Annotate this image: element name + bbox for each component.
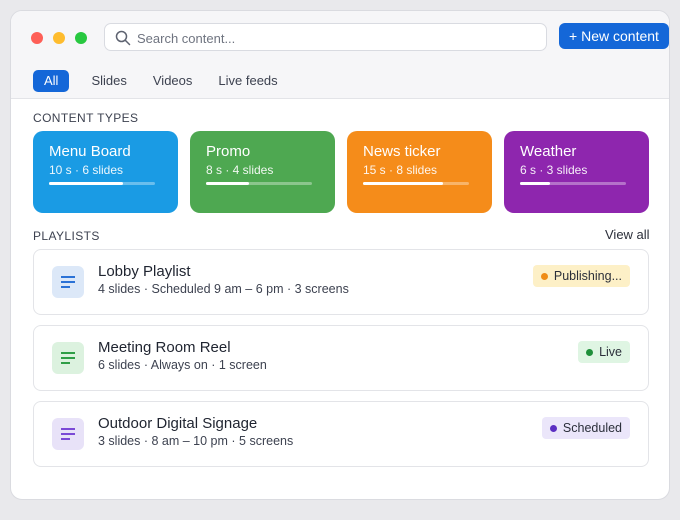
playlist-row-lobby[interactable]: Lobby Playlist 4 slides · Scheduled 9 am… — [33, 249, 649, 315]
search-box[interactable] — [104, 23, 547, 51]
status-badge: Scheduled — [541, 417, 630, 439]
playlist-title: Meeting Room Reel — [98, 339, 231, 356]
playlist-title: Outdoor Digital Signage — [98, 415, 258, 432]
playlist-meta: 4 slides · Scheduled 9 am – 6 pm · 3 scr… — [98, 282, 349, 296]
content-type-progress — [49, 182, 155, 185]
zoom-window-button[interactable] — [75, 32, 87, 44]
content-type-card-menu-board[interactable]: Menu Board 10 s · 6 slides — [33, 131, 178, 213]
playlist-row-outdoor-signage[interactable]: Outdoor Digital Signage 3 slides · 8 am … — [33, 401, 649, 467]
playlists-heading: PLAYLISTS — [33, 229, 100, 243]
new-content-button[interactable]: + New content — [559, 23, 669, 49]
progress-fill — [520, 182, 550, 185]
content-type-meta: 8 s · 4 slides — [206, 163, 274, 177]
search-icon — [115, 30, 131, 46]
progress-fill — [363, 182, 443, 185]
status-text: Scheduled — [562, 421, 622, 435]
status-badge: Publishing... — [532, 265, 630, 287]
progress-fill — [49, 182, 124, 185]
status-dot-icon — [540, 272, 548, 280]
content-type-title: Weather — [520, 143, 577, 160]
content-types-heading: CONTENT TYPES — [33, 111, 139, 125]
content-type-card-promo[interactable]: Promo 8 s · 4 slides — [190, 131, 335, 213]
tab-all[interactable]: All — [33, 70, 70, 92]
status-text: Publishing... — [553, 269, 622, 283]
content-type-title: Menu Board — [49, 143, 131, 160]
tab-videos[interactable]: Videos — [143, 70, 203, 92]
status-badge: Live — [578, 341, 630, 363]
tab-live-feeds[interactable]: Live feeds — [208, 70, 287, 92]
minimize-window-button[interactable] — [53, 32, 65, 44]
content-type-progress — [363, 182, 469, 185]
close-window-button[interactable] — [31, 32, 43, 44]
status-text: Live — [599, 345, 622, 359]
filter-tabs: All Slides Videos Live feeds — [33, 70, 294, 92]
content-type-meta: 15 s · 8 slides — [363, 163, 438, 177]
playlist-meta: 6 slides · Always on · 1 screen — [98, 358, 267, 372]
search-input[interactable] — [137, 28, 537, 48]
content-type-card-weather[interactable]: Weather 6 s · 3 slides — [504, 131, 649, 213]
status-dot-icon — [586, 348, 594, 356]
app-window: + New content All Slides Videos Live fee… — [10, 10, 670, 500]
content-type-progress — [206, 182, 312, 185]
view-all-link[interactable]: View all — [605, 227, 650, 242]
status-dot-icon — [549, 424, 557, 432]
tab-slides[interactable]: Slides — [81, 70, 136, 92]
playlist-title: Lobby Playlist — [98, 263, 191, 280]
top-bar: + New content All Slides Videos Live fee… — [11, 11, 669, 99]
content-type-card-news-ticker[interactable]: News ticker 15 s · 8 slides — [347, 131, 492, 213]
content-type-meta: 10 s · 6 slides — [49, 163, 124, 177]
content-type-meta: 6 s · 3 slides — [520, 163, 588, 177]
content-type-progress — [520, 182, 626, 185]
content-type-cards: Menu Board 10 s · 6 slides Promo 8 s · 4… — [33, 131, 649, 213]
playlist-meta: 3 slides · 8 am – 10 pm · 5 screens — [98, 434, 294, 448]
playlist-icon — [52, 418, 84, 450]
playlist-row-meeting-room[interactable]: Meeting Room Reel 6 slides · Always on ·… — [33, 325, 649, 391]
playlist-icon — [52, 266, 84, 298]
progress-fill — [206, 182, 250, 185]
content-type-title: News ticker — [363, 143, 441, 160]
playlist-icon — [52, 342, 84, 374]
content-type-title: Promo — [206, 143, 251, 160]
